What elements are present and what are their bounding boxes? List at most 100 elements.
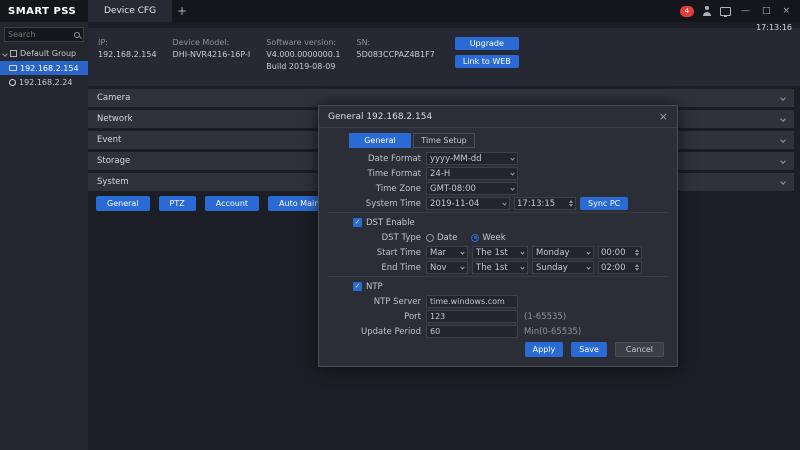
- general-button[interactable]: General: [96, 196, 150, 211]
- divider: [328, 212, 668, 213]
- device-ip-label: 192.168.2.154: [20, 64, 79, 73]
- cancel-button[interactable]: Cancel: [615, 342, 664, 357]
- chevron-down-icon: [520, 265, 524, 269]
- account-button[interactable]: Account: [205, 196, 259, 211]
- user-icon[interactable]: [702, 6, 712, 16]
- start-week-select[interactable]: The 1st: [472, 246, 528, 259]
- info-ip: IP: 192.168.2.154: [98, 37, 157, 86]
- tab-device-cfg[interactable]: Device CFG: [88, 0, 172, 22]
- dialog-title: General 192.168.2.154: [328, 112, 432, 122]
- section-label: System: [97, 177, 129, 187]
- group-icon: [10, 50, 17, 57]
- port-label: Port: [325, 312, 421, 322]
- minimize-button[interactable]: —: [739, 0, 752, 22]
- search-box: [4, 27, 84, 42]
- spinner-arrows-icon[interactable]: [569, 200, 573, 207]
- ntp-enable-checkbox[interactable]: [353, 282, 362, 291]
- info-model: Device Model: DHI-NVR4216-16P-I: [173, 37, 251, 86]
- time-zone-select[interactable]: GMT-08:00: [426, 182, 518, 195]
- radio-icon[interactable]: [426, 234, 434, 242]
- device-actions: Upgrade Link to WEB: [455, 37, 519, 86]
- system-date-picker[interactable]: 2019-11-04: [426, 197, 510, 210]
- update-period-input[interactable]: [426, 325, 518, 338]
- divider: [328, 276, 668, 277]
- system-time-spinner[interactable]: 17:13:15: [514, 197, 576, 210]
- monitor-icon[interactable]: [720, 7, 731, 16]
- time-format-label: Time Format: [325, 169, 421, 179]
- date-format-value: yyyy-MM-dd: [430, 154, 482, 164]
- search-icon[interactable]: [74, 32, 80, 38]
- info-sn: SN: 5D083CCPAZ4B1F7: [356, 37, 434, 86]
- system-date-value: 2019-11-04: [430, 199, 479, 209]
- start-day-select[interactable]: Monday: [532, 246, 594, 259]
- dialog-close-icon[interactable]: ×: [659, 110, 668, 123]
- chevron-down-icon: [780, 95, 786, 101]
- end-clock-spinner[interactable]: 02:00: [598, 261, 642, 274]
- group-label: Default Group: [20, 49, 76, 58]
- update-period-unit: Min(0-65535): [524, 327, 581, 337]
- tree-group-default[interactable]: Default Group: [0, 46, 88, 61]
- port-range-hint: (1-65535): [524, 312, 566, 322]
- tab-time-setup[interactable]: Time Setup: [413, 133, 475, 148]
- device-tree-sidebar: Default Group 192.168.2.154 192.168.2.24: [0, 22, 88, 450]
- end-month-value: Nov: [430, 263, 447, 273]
- spinner-arrows-icon[interactable]: [635, 249, 639, 256]
- ntp-server-input[interactable]: [426, 295, 518, 308]
- apply-button[interactable]: Apply: [525, 342, 564, 357]
- end-day-select[interactable]: Sunday: [532, 261, 594, 274]
- alarm-count-badge[interactable]: 4: [680, 6, 694, 17]
- ptz-button[interactable]: PTZ: [159, 196, 196, 211]
- software-build: Build 2019-08-09: [266, 61, 340, 73]
- chevron-down-icon: [2, 51, 8, 57]
- tree-item-device-2[interactable]: 192.168.2.24: [0, 75, 88, 89]
- tab-device-cfg-label: Device CFG: [104, 6, 156, 16]
- tab-general[interactable]: General: [349, 133, 411, 148]
- sn-label: SN:: [356, 37, 434, 49]
- time-format-select[interactable]: 24-H: [426, 167, 518, 180]
- end-day-value: Sunday: [536, 263, 568, 273]
- start-time-label: Start Time: [325, 248, 421, 258]
- device-icon: [9, 65, 17, 71]
- chevron-down-icon: [502, 201, 506, 205]
- general-settings-dialog: General 192.168.2.154 × General Time Set…: [318, 105, 678, 367]
- search-input[interactable]: [8, 30, 74, 39]
- date-format-label: Date Format: [325, 154, 421, 164]
- date-format-select[interactable]: yyyy-MM-dd: [426, 152, 518, 165]
- save-button[interactable]: Save: [571, 342, 607, 357]
- chevron-down-icon: [780, 137, 786, 143]
- end-month-select[interactable]: Nov: [426, 261, 468, 274]
- ntp-server-label: NTP Server: [325, 297, 421, 307]
- dialog-tabs: General Time Setup: [349, 133, 677, 148]
- device-ip-label: 192.168.2.24: [19, 78, 72, 87]
- radio-selected-icon[interactable]: [471, 234, 479, 242]
- new-tab-button[interactable]: +: [172, 4, 192, 18]
- dialog-footer: Apply Save Cancel: [319, 342, 664, 357]
- sync-pc-button[interactable]: Sync PC: [580, 197, 628, 210]
- dst-type-date-option[interactable]: Date: [426, 233, 457, 243]
- software-value: V4.000.0000000.1: [266, 49, 340, 61]
- end-week-select[interactable]: The 1st: [472, 261, 528, 274]
- dst-type-week-option[interactable]: Week: [471, 233, 505, 243]
- system-time-label: System Time: [325, 199, 421, 209]
- ntp-label: NTP: [366, 282, 383, 292]
- close-button[interactable]: ×: [780, 0, 792, 22]
- device-icon: [9, 79, 16, 86]
- sn-value: 5D083CCPAZ4B1F7: [356, 49, 434, 61]
- end-week-value: The 1st: [476, 263, 508, 273]
- model-label: Device Model:: [173, 37, 251, 49]
- start-clock-spinner[interactable]: 00:00: [598, 246, 642, 259]
- upgrade-button[interactable]: Upgrade: [455, 37, 519, 50]
- start-month-select[interactable]: Mar: [426, 246, 468, 259]
- port-input[interactable]: [426, 310, 518, 323]
- start-clock-value: 00:00: [601, 248, 626, 258]
- maximize-button[interactable]: □: [760, 0, 773, 22]
- chevron-down-icon: [510, 156, 514, 160]
- tree-item-device-1[interactable]: 192.168.2.154: [0, 61, 88, 75]
- title-bar: SMART PSS Device CFG + 4 — □ ×: [0, 0, 800, 22]
- spinner-arrows-icon[interactable]: [635, 264, 639, 271]
- dst-enable-checkbox[interactable]: [353, 218, 362, 227]
- chevron-down-icon: [460, 250, 464, 254]
- link-to-web-button[interactable]: Link to WEB: [455, 55, 519, 68]
- device-info-panel: IP: 192.168.2.154 Device Model: DHI-NVR4…: [88, 28, 800, 86]
- end-time-label: End Time: [325, 263, 421, 273]
